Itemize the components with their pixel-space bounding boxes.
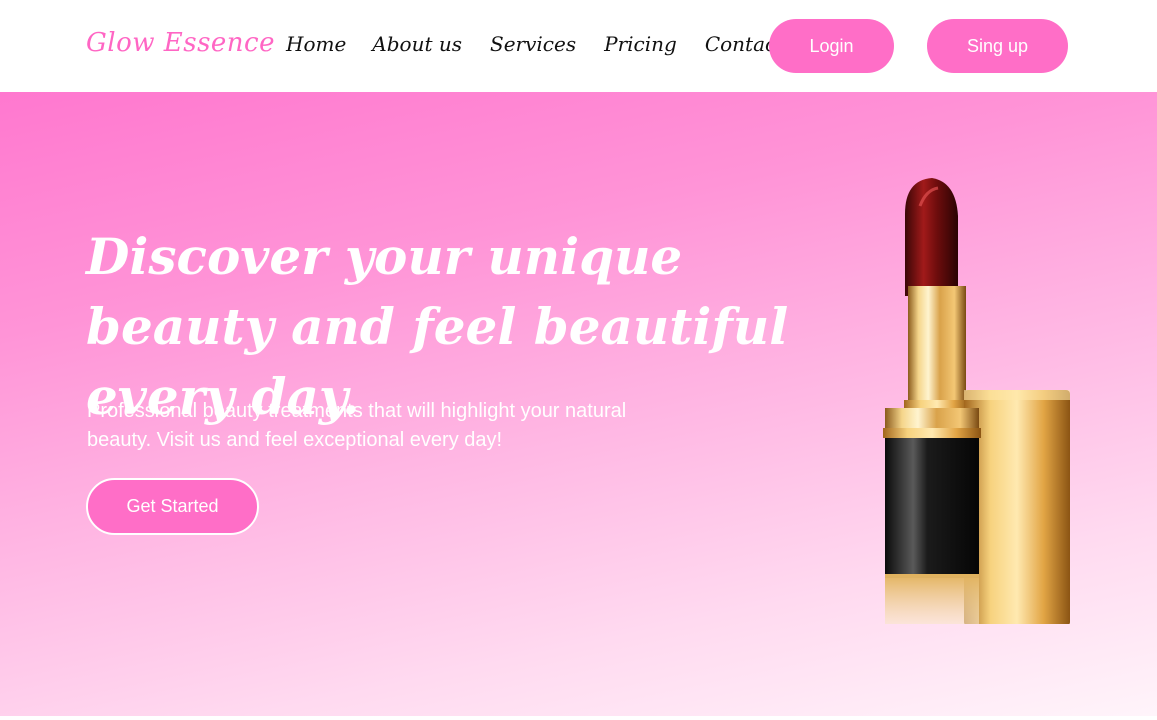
landing-page: Glow Essence Home About us Services Pric…	[0, 0, 1157, 720]
login-button[interactable]: Login	[769, 19, 894, 73]
hero-subtitle: Professional beauty treatments that will…	[87, 400, 627, 451]
signup-button[interactable]: Sing up	[927, 19, 1068, 73]
nav-link-services[interactable]: Services	[490, 32, 576, 56]
page-bottom-divider	[0, 716, 1157, 720]
main-nav: Home About us Services Pricing Contact	[286, 32, 784, 56]
hero-section: Discover your unique beauty and feel bea…	[0, 92, 1157, 716]
site-header: Glow Essence Home About us Services Pric…	[0, 0, 1157, 92]
nav-link-about[interactable]: About us	[372, 32, 462, 56]
lipstick-image	[883, 178, 1070, 624]
nav-link-pricing[interactable]: Pricing	[604, 32, 677, 56]
brand-logo[interactable]: Glow Essence	[86, 28, 275, 58]
get-started-button[interactable]: Get Started	[86, 478, 259, 535]
nav-link-home[interactable]: Home	[286, 32, 346, 56]
